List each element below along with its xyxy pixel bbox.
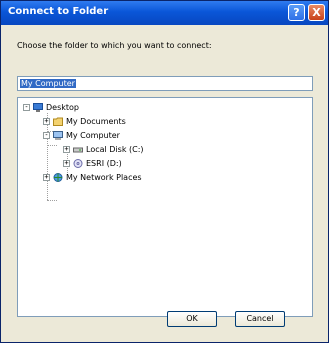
- prompt-label: Choose the folder to which you want to c…: [17, 41, 212, 50]
- tree-item-my-computer[interactable]: - My Computer: [43, 129, 120, 141]
- tree-item-local-disk[interactable]: + Local Disk (C:): [63, 143, 144, 155]
- collapse-icon[interactable]: -: [23, 103, 30, 111]
- tree-item-desktop[interactable]: - Desktop: [23, 101, 79, 113]
- expand-icon[interactable]: +: [63, 145, 70, 153]
- cd-drive-icon: [73, 158, 83, 168]
- tree-item-label: My Computer: [66, 130, 120, 140]
- tree-item-label: ESRI (D:): [86, 158, 122, 168]
- desktop-icon: [33, 102, 43, 112]
- folder-path-input[interactable]: My Computer: [17, 76, 313, 91]
- tree-item-my-documents[interactable]: + My Documents: [43, 115, 126, 127]
- folder-tree[interactable]: - Desktop + My Documents - My Computer +: [17, 97, 313, 317]
- help-button[interactable]: ?: [288, 4, 305, 21]
- folder-icon: [53, 117, 63, 126]
- tree-connector: [47, 145, 57, 146]
- tree-item-esri[interactable]: + ESRI (D:): [63, 157, 122, 169]
- drive-icon: [73, 145, 83, 154]
- ok-button[interactable]: OK: [167, 311, 217, 327]
- tree-connector: [47, 200, 57, 201]
- close-button[interactable]: X: [308, 4, 325, 21]
- network-icon: [53, 172, 63, 182]
- tree-item-label: My Documents: [66, 116, 126, 126]
- connect-to-folder-dialog: Connect to Folder ? X Choose the folder …: [0, 0, 329, 343]
- dialog-title: Connect to Folder: [8, 6, 109, 17]
- folder-path-value: My Computer: [20, 79, 76, 88]
- expand-icon[interactable]: +: [43, 173, 50, 181]
- expand-icon[interactable]: +: [63, 159, 70, 167]
- collapse-icon[interactable]: -: [43, 131, 50, 139]
- expand-icon[interactable]: +: [43, 117, 50, 125]
- title-bar[interactable]: Connect to Folder ? X: [1, 1, 328, 25]
- tree-item-network-places[interactable]: + My Network Places: [43, 171, 142, 183]
- cancel-button[interactable]: Cancel: [235, 311, 285, 327]
- tree-item-label: My Network Places: [66, 172, 142, 182]
- computer-icon: [53, 130, 63, 140]
- tree-item-label: Local Disk (C:): [86, 144, 144, 154]
- tree-item-label: Desktop: [46, 102, 79, 112]
